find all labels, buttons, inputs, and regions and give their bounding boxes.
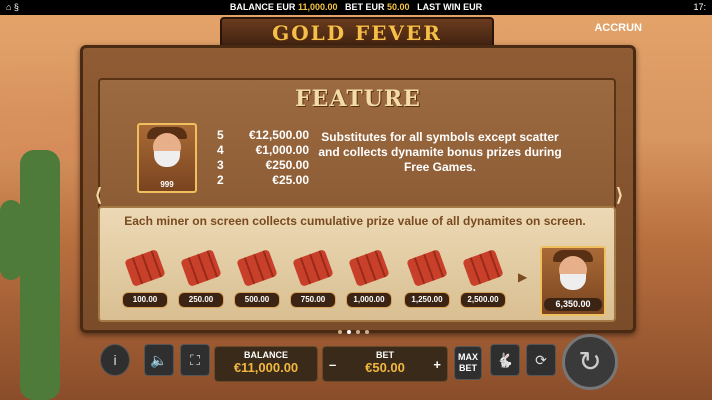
miner-total: 6,350.00	[544, 298, 602, 311]
miner-beard	[560, 274, 586, 290]
dynamite-icon	[348, 249, 390, 287]
spin-button[interactable]: ↻	[562, 334, 618, 390]
bet-decrease-button[interactable]: –	[329, 357, 336, 372]
dynamite-icon	[180, 249, 222, 287]
paytable-row: 2 €25.00	[217, 173, 309, 187]
fullscreen-icon: ⛶	[190, 352, 200, 368]
dynamite-description: Each miner on screen collects cumulative…	[124, 214, 586, 228]
prev-page-arrow[interactable]: ⟨	[95, 185, 102, 206]
bet-value: €50.00	[365, 360, 405, 375]
dynamite-icon	[406, 249, 448, 287]
turbo-button[interactable]: 🐇	[490, 344, 520, 376]
dynamite-item: 250.00	[176, 249, 224, 308]
autoplay-icon: ⟳	[535, 352, 547, 368]
cactus-left	[20, 150, 60, 400]
rabbit-icon: 🐇	[496, 352, 514, 368]
balance-value: €11,000.00	[233, 360, 299, 375]
page-indicator	[338, 330, 369, 334]
bet-control: – BET €50.00 +	[322, 346, 448, 382]
dynamite-icon	[236, 249, 278, 287]
info-icon: i	[113, 352, 117, 368]
dynamite-item: 750.00	[288, 249, 336, 308]
dynamite-icon	[124, 249, 166, 287]
balance-display: BALANCE €11,000.00	[214, 346, 318, 382]
clock: 17:	[693, 2, 706, 12]
spin-icon: ↻	[578, 346, 602, 377]
page-dot[interactable]	[356, 330, 360, 334]
dynamite-icon	[462, 249, 504, 287]
play-arrow-icon: ▶	[518, 270, 528, 284]
page-dot[interactable]	[338, 330, 342, 334]
feature-title: FEATURE	[295, 86, 421, 112]
miner-wild-symbol: 999	[137, 123, 197, 193]
sound-button[interactable]: 🔈	[144, 344, 174, 376]
max-bet-button[interactable]: MAX BET	[454, 346, 482, 380]
speaker-icon: 🔈	[150, 352, 168, 368]
game-title: GOLD FEVER	[272, 21, 442, 45]
top-status-bar: ⌂ § BALANCE EUR 11,000.00 BET EUR 50.00 …	[0, 0, 712, 15]
next-page-arrow[interactable]: ⟩	[616, 185, 623, 206]
dynamite-section: Each miner on screen collects cumulative…	[98, 206, 616, 322]
autoplay-button[interactable]: ⟳	[526, 344, 556, 376]
dynamite-item: 100.00	[120, 249, 168, 308]
page-dot[interactable]	[365, 330, 369, 334]
dynamite-icon	[292, 249, 334, 287]
dynamite-item: 1,250.00	[402, 249, 450, 308]
miner-beard	[154, 151, 180, 167]
info-button[interactable]: i	[100, 344, 130, 376]
bet-label: BET	[376, 350, 394, 360]
balance-label: BALANCE	[244, 350, 288, 360]
miner-collect-symbol: 6,350.00	[540, 246, 606, 316]
dynamite-item: 1,000.00	[344, 249, 392, 308]
paytable-row: 5 €12,500.00	[217, 128, 309, 142]
brand-logo: ACCRUN	[594, 22, 642, 34]
miner-badge: 999	[160, 180, 174, 189]
feature-panel: FEATURE 999 5 €12,500.00 4 €1,000.00 3 €250…	[80, 45, 636, 333]
paytable-row: 4 €1,000.00	[217, 143, 309, 157]
top-balance-info: BALANCE EUR 11,000.00 BET EUR 50.00 LAST…	[229, 2, 483, 12]
paytable-row: 3 €250.00	[217, 158, 309, 172]
dynamite-item: 500.00	[232, 249, 280, 308]
page-dot-active[interactable]	[347, 330, 351, 334]
bet-increase-button[interactable]: +	[433, 357, 441, 372]
feature-description: Substitutes for all symbols except scatt…	[318, 130, 562, 174]
fullscreen-button[interactable]: ⛶	[180, 344, 210, 376]
cactus-arm	[0, 200, 22, 280]
dynamite-item: 2,500.00	[458, 249, 506, 308]
paytable: 5 €12,500.00 4 €1,000.00 3 €250.00 2 €25.00	[217, 128, 309, 188]
